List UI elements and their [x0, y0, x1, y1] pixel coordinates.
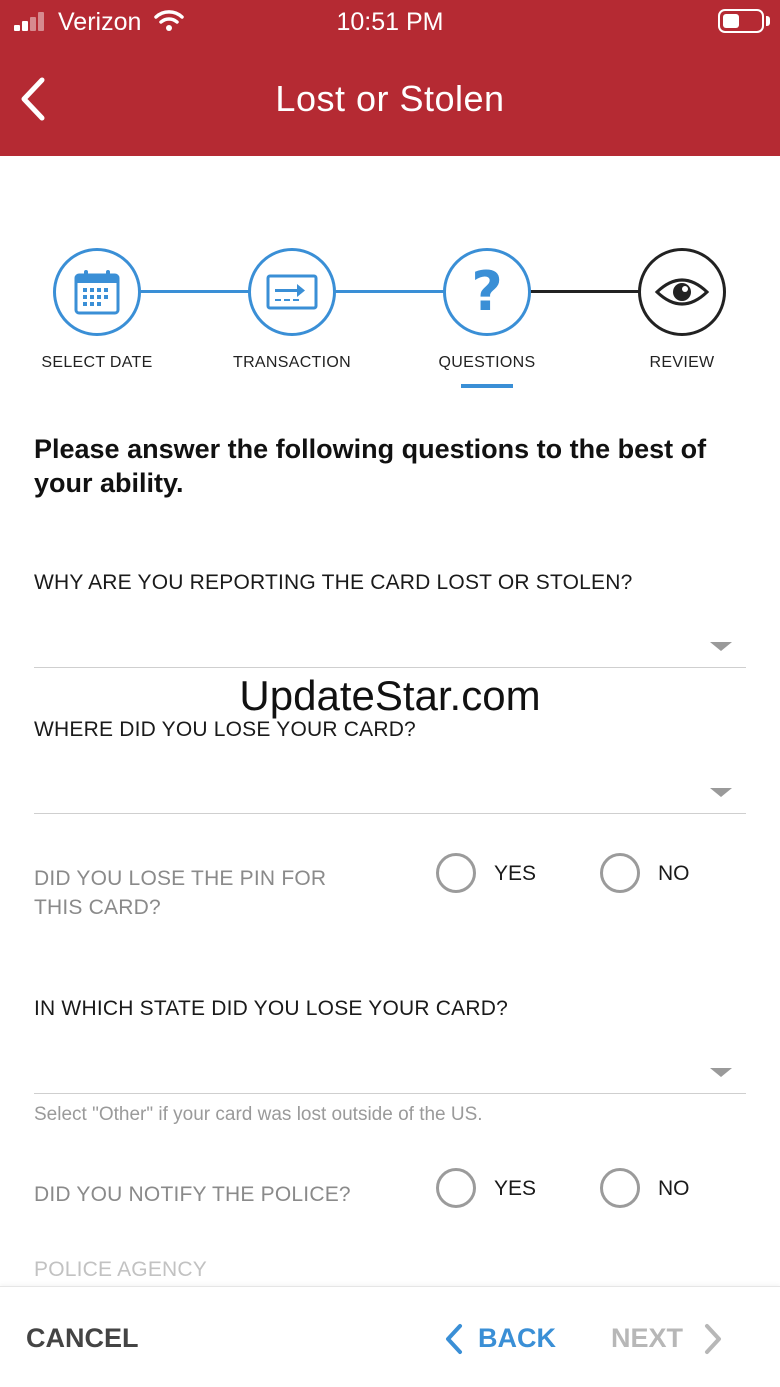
police-yes-radio[interactable] [436, 1168, 476, 1208]
cancel-button[interactable]: CANCEL [26, 1323, 139, 1354]
chevron-down-icon [710, 788, 732, 797]
chevron-left-icon [446, 1324, 462, 1354]
battery-cap [766, 16, 770, 26]
step-transaction [248, 248, 336, 336]
step-label-questions: QUESTIONS [438, 354, 536, 371]
step-label-transaction: TRANSACTION [233, 354, 351, 371]
step-connector [528, 290, 642, 293]
police-agency-label: POLICE AGENCY [34, 1258, 207, 1281]
pin-label: DID YOU LOSE THE PIN FOR THIS CARD? [34, 864, 326, 922]
chevron-down-icon [710, 642, 732, 651]
app-header: Verizon 10:51 PM Lost or Stolen [0, 0, 780, 156]
page-title: Lost or Stolen [275, 78, 505, 119]
reason-dropdown[interactable] [34, 620, 746, 668]
police-label: DID YOU NOTIFY THE POLICE? [34, 1183, 351, 1206]
chevron-right-icon [705, 1324, 721, 1354]
watermark-text: UpdateStar.com [239, 672, 541, 719]
pin-yes-label: YES [494, 862, 537, 885]
footer-bar: CANCEL BACK NEXT [0, 1286, 780, 1387]
step-connector [138, 290, 252, 293]
step-label-review: REVIEW [649, 354, 715, 371]
pin-no-radio[interactable] [600, 853, 640, 893]
police-no-label: NO [658, 1177, 690, 1200]
eye-icon [654, 278, 710, 306]
step-label-select-date: SELECT DATE [41, 354, 153, 371]
step-connector [333, 290, 447, 293]
intro-text: Please answer the following questions to… [34, 434, 707, 498]
card-transfer-icon [266, 274, 318, 310]
chevron-down-icon [710, 1068, 732, 1077]
status-bar: Verizon 10:51 PM [0, 0, 780, 44]
next-button-label: NEXT [611, 1323, 684, 1353]
pin-label-line2: THIS CARD? [34, 896, 161, 919]
step-questions: ? [443, 248, 531, 336]
question-icon: ? [471, 260, 503, 323]
state-help-text: Select "Other" if your card was lost out… [34, 1104, 483, 1125]
where-dropdown[interactable] [34, 766, 746, 814]
step-review [638, 248, 726, 336]
state-dropdown[interactable] [34, 1046, 746, 1094]
reason-label: WHY ARE YOU REPORTING THE CARD LOST OR S… [34, 571, 633, 594]
calendar-icon [74, 270, 120, 315]
where-label: WHERE DID YOU LOSE YOUR CARD? [34, 718, 416, 741]
police-no-radio[interactable] [600, 1168, 640, 1208]
next-button[interactable]: NEXT [611, 1319, 731, 1359]
battery-icon [718, 9, 764, 33]
active-step-indicator [461, 384, 513, 388]
state-label: IN WHICH STATE DID YOU LOSE YOUR CARD? [34, 997, 508, 1020]
police-yes-label: YES [494, 1177, 537, 1200]
status-time: 10:51 PM [336, 8, 444, 36]
back-button-label: BACK [478, 1323, 556, 1353]
pin-label-line1: DID YOU LOSE THE PIN FOR [34, 867, 327, 890]
step-select-date [53, 248, 141, 336]
pin-yes-radio[interactable] [436, 853, 476, 893]
pin-no-label: NO [658, 862, 690, 885]
